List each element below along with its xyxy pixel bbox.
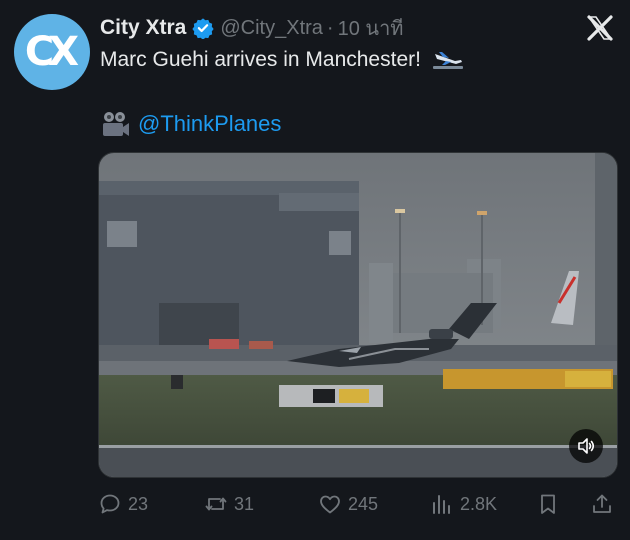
bookmark-button[interactable] <box>536 492 566 516</box>
tweet-text: Marc Guehi arrives in Manchester! <box>100 48 465 72</box>
heart-icon <box>320 495 340 514</box>
avatar-logo-text: CX <box>24 29 79 75</box>
bookmark-icon <box>541 494 555 514</box>
display-name[interactable]: City Xtra <box>100 16 186 40</box>
tweet-actions: 23 31 245 2.8K <box>98 488 618 520</box>
timestamp[interactable]: 10 นาที <box>338 12 404 44</box>
movie-camera-icon <box>103 112 129 136</box>
video-credit: @ThinkPlanes <box>100 108 281 140</box>
like-button[interactable]: 245 <box>318 492 378 516</box>
views-button[interactable]: 2.8K <box>430 492 497 516</box>
views-count: 2.8K <box>460 493 498 514</box>
separator-dot: · <box>326 16 334 39</box>
share-icon <box>593 494 611 513</box>
share-button[interactable] <box>590 492 620 516</box>
speaker-icon <box>578 438 595 454</box>
mute-button[interactable] <box>569 429 603 463</box>
airplane-arriving-icon <box>432 52 463 69</box>
tweet-body: Marc Guehi arrives in Manchester! <box>100 48 421 71</box>
tweet-header: City Xtra @City_Xtra · 10 นาที <box>100 12 403 44</box>
x-logo-icon <box>587 15 613 41</box>
repost-icon <box>205 497 227 511</box>
verified-badge-icon <box>192 18 214 39</box>
avatar[interactable]: CX <box>14 14 90 90</box>
views-chart-icon <box>433 495 450 514</box>
reply-count: 23 <box>128 493 149 514</box>
repost-count: 31 <box>234 493 255 514</box>
like-count: 245 <box>348 493 379 514</box>
video-player[interactable] <box>98 152 618 478</box>
repost-button[interactable]: 31 <box>204 492 254 516</box>
video-frame <box>99 153 617 477</box>
reply-button[interactable]: 23 <box>98 492 148 516</box>
credit-mention-link[interactable]: @ThinkPlanes <box>138 111 281 137</box>
reply-icon <box>100 494 120 514</box>
user-handle[interactable]: @City_Xtra <box>220 17 323 40</box>
